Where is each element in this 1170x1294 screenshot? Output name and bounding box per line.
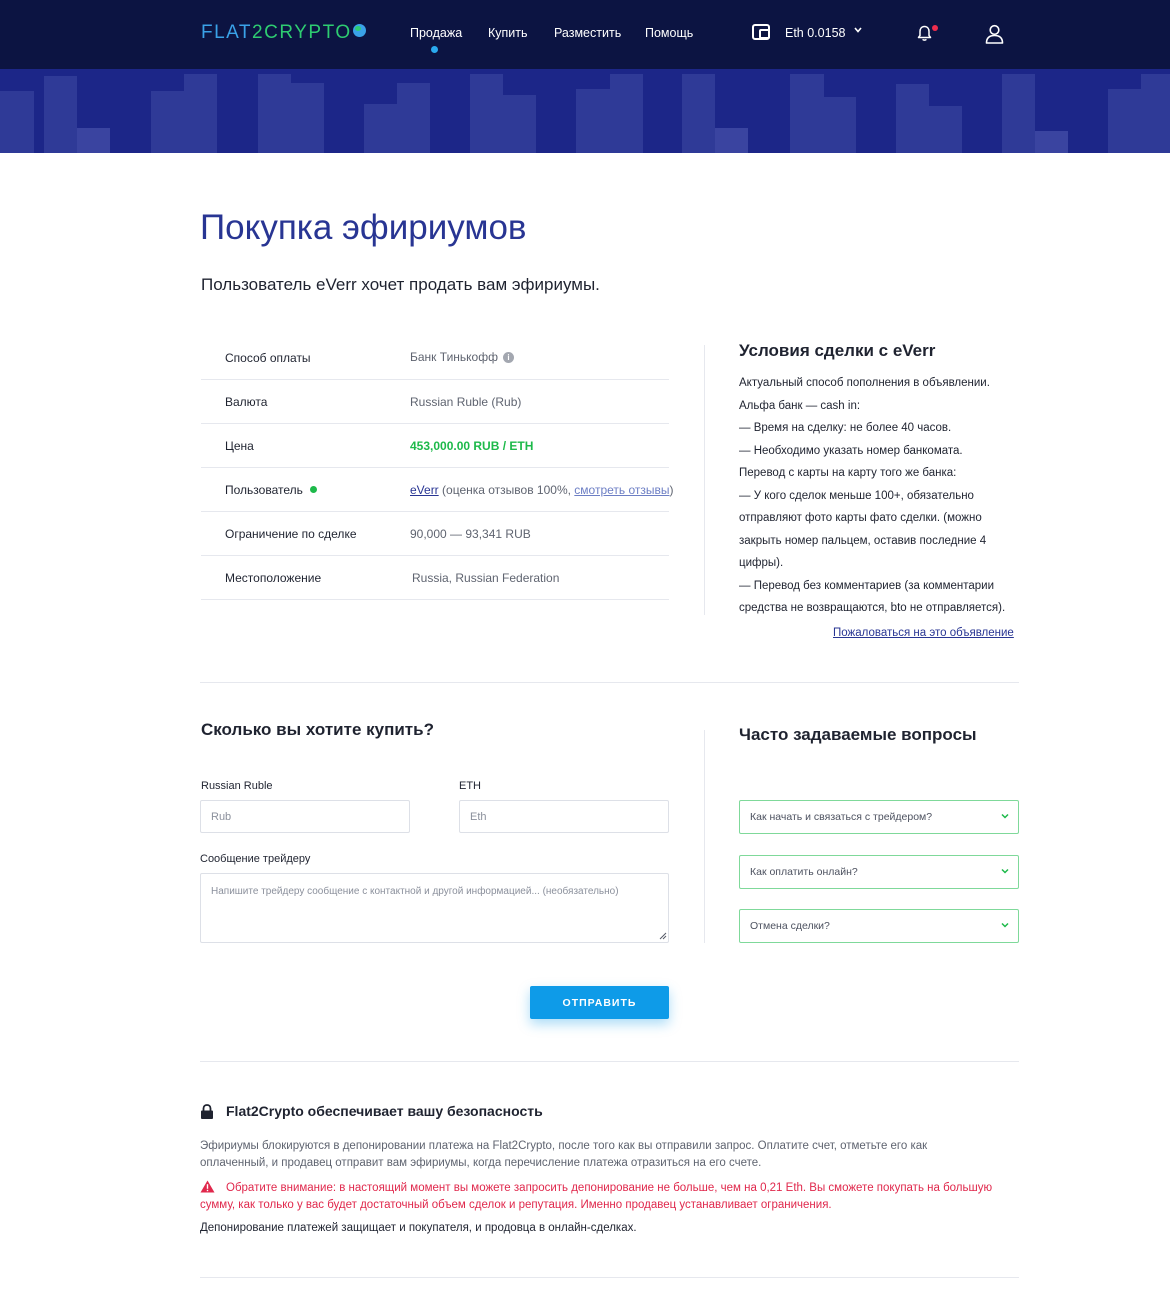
details-value: Банк Тинькофф i <box>410 350 514 364</box>
page-title: Покупка эфириумов <box>200 208 527 247</box>
top-navbar: FLAT2CRYPTO Продажа Купить Разместить По… <box>0 0 1170 69</box>
security-description: Эфириумы блокируются в депонировании пла… <box>200 1140 928 1169</box>
details-row-currency: Валюта Russian Ruble (Rub) <box>201 380 669 424</box>
conditions-title: Условия сделки с eVerr <box>739 341 936 360</box>
conditions-text: Актуальный способ пополнения в объявлени… <box>739 372 1024 620</box>
user-label: Пользователь <box>225 483 303 497</box>
report-ad-link[interactable]: Пожаловаться на это объявление <box>833 627 1014 639</box>
eth-amount-input[interactable] <box>459 800 669 833</box>
seller-profile-link[interactable]: eVerr <box>410 483 439 497</box>
details-label: Пользователь <box>225 483 317 497</box>
message-textarea[interactable] <box>200 873 669 943</box>
logo-text-flat: FLAT <box>201 22 253 43</box>
bell-icon[interactable] <box>917 25 932 42</box>
online-status-dot <box>309 486 317 493</box>
eth-field-label: ETH <box>459 780 481 792</box>
wallet-balance[interactable]: Eth 0.0158 <box>785 26 845 40</box>
conditions-line: — Время на сделку: не более 40 часов. <box>739 422 952 434</box>
conditions-line: отправляют фото карты фато сделки. (можн… <box>739 512 982 524</box>
chevron-down-icon[interactable] <box>854 27 862 33</box>
details-row-payment: Способ оплаты Банк Тинькофф i <box>201 336 669 380</box>
faq-title: Часто задаваемые вопросы <box>739 725 977 744</box>
notification-badge <box>932 25 938 31</box>
conditions-line: Актуальный способ пополнения в объявлени… <box>739 377 990 389</box>
page-subtitle: Пользователь eVerr хочет продать вам эфи… <box>201 275 600 294</box>
conditions-line: — У кого сделок меньше 100+, обязательно <box>739 489 974 502</box>
conditions-line: закрыть номер пальцем, оставив последние… <box>739 534 987 547</box>
column-divider <box>704 730 705 943</box>
conditions-line: Альфа банк — cash in: <box>739 399 861 412</box>
rub-field-label: Russian Ruble <box>201 780 273 792</box>
rating-closing: ) <box>669 483 674 497</box>
nav-item-buy[interactable]: Купить <box>488 26 528 40</box>
security-title: Flat2Crypto обеспечивает вашу безопаснос… <box>226 1103 543 1119</box>
lock-icon <box>201 1104 213 1119</box>
security-note: Депонирование платежей защищает и покупа… <box>200 1222 637 1234</box>
faq-question: Как начать и связаться с трейдером? <box>750 811 933 823</box>
message-field-label: Сообщение трейдеру <box>200 853 311 865</box>
faq-item-pay-online[interactable]: Как оплатить онлайн? <box>739 855 1019 889</box>
nav-item-post[interactable]: Разместить <box>554 26 621 40</box>
active-nav-indicator <box>431 46 438 53</box>
column-divider <box>704 345 705 615</box>
conditions-line: Перевод с карты на карту того же банка: <box>739 467 957 479</box>
deal-details-table: Способ оплаты Банк Тинькофф i Валюта Russ… <box>201 336 674 600</box>
conditions-line: средства не возвращаются, bto не отправл… <box>739 602 1006 614</box>
limit-value: 90,000 — 93,341 RUB <box>410 527 531 541</box>
conditions-line: цифры). <box>739 557 784 569</box>
send-request-button[interactable]: ОТПРАВИТЬ <box>530 986 669 1019</box>
conditions-line: — Необходимо указать номер банкомата. <box>739 444 963 457</box>
info-icon[interactable]: i <box>502 352 514 363</box>
details-label: Местоположение <box>225 571 322 585</box>
logo-text-2: 2 <box>252 22 265 43</box>
chevron-down-icon <box>1001 868 1009 874</box>
conditions-line: — Перевод без комментариев (за комментар… <box>739 579 994 592</box>
details-row-limit: Ограничение по сделке 90,000 — 93,341 RU… <box>201 512 669 556</box>
wallet-icon[interactable] <box>752 24 770 40</box>
nav-item-help[interactable]: Помощь <box>645 26 693 40</box>
decorative-banner <box>0 69 1170 153</box>
faq-question: Как оплатить онлайн? <box>750 866 858 878</box>
details-label: Валюта <box>225 395 268 409</box>
view-reviews-link[interactable]: смотреть отзывы <box>574 483 669 497</box>
logo[interactable]: FLAT2CRYPTO <box>201 22 366 44</box>
price-value: 453,000.00 RUB / ETH <box>410 439 534 453</box>
location-value: Russia, Russian Federation <box>412 571 560 585</box>
details-label: Ограничение по сделке <box>225 527 357 541</box>
rub-amount-input[interactable] <box>200 800 410 833</box>
details-row-location: Местоположение Russia, Russian Federatio… <box>201 556 669 600</box>
logo-text-crypto: CRYPTO <box>264 22 352 43</box>
details-row-user: Пользователь eVerr (оценка отзывов 100%,… <box>201 468 674 512</box>
details-label: Цена <box>225 439 254 453</box>
section-divider <box>200 1061 1019 1062</box>
chevron-down-icon <box>1001 813 1009 819</box>
chevron-down-icon <box>1001 922 1009 928</box>
buy-form-title: Сколько вы хотите купить? <box>201 720 434 739</box>
user-value: eVerr (оценка отзывов 100%, смотреть отз… <box>410 483 674 497</box>
faq-question: Отмена сделки? <box>750 920 830 932</box>
globe-icon <box>352 24 366 37</box>
security-warning: Обратите внимание: в настоящий момент вы… <box>200 1182 993 1211</box>
details-label: Способ оплаты <box>225 351 311 365</box>
user-icon[interactable] <box>985 24 1004 44</box>
payment-method: Банк Тинькофф <box>410 350 498 364</box>
faq-item-start[interactable]: Как начать и связаться с трейдером? <box>739 800 1019 834</box>
section-divider <box>200 682 1019 683</box>
section-divider <box>200 1277 1019 1278</box>
resize-handle-icon[interactable] <box>659 932 667 940</box>
faq-item-cancel[interactable]: Отмена сделки? <box>739 909 1019 943</box>
details-row-price: Цена 453,000.00 RUB / ETH <box>201 424 669 468</box>
nav-item-sell[interactable]: Продажа <box>410 26 462 40</box>
currency-value: Russian Ruble (Rub) <box>410 395 522 409</box>
rating-text: (оценка отзывов 100%, <box>442 483 571 497</box>
